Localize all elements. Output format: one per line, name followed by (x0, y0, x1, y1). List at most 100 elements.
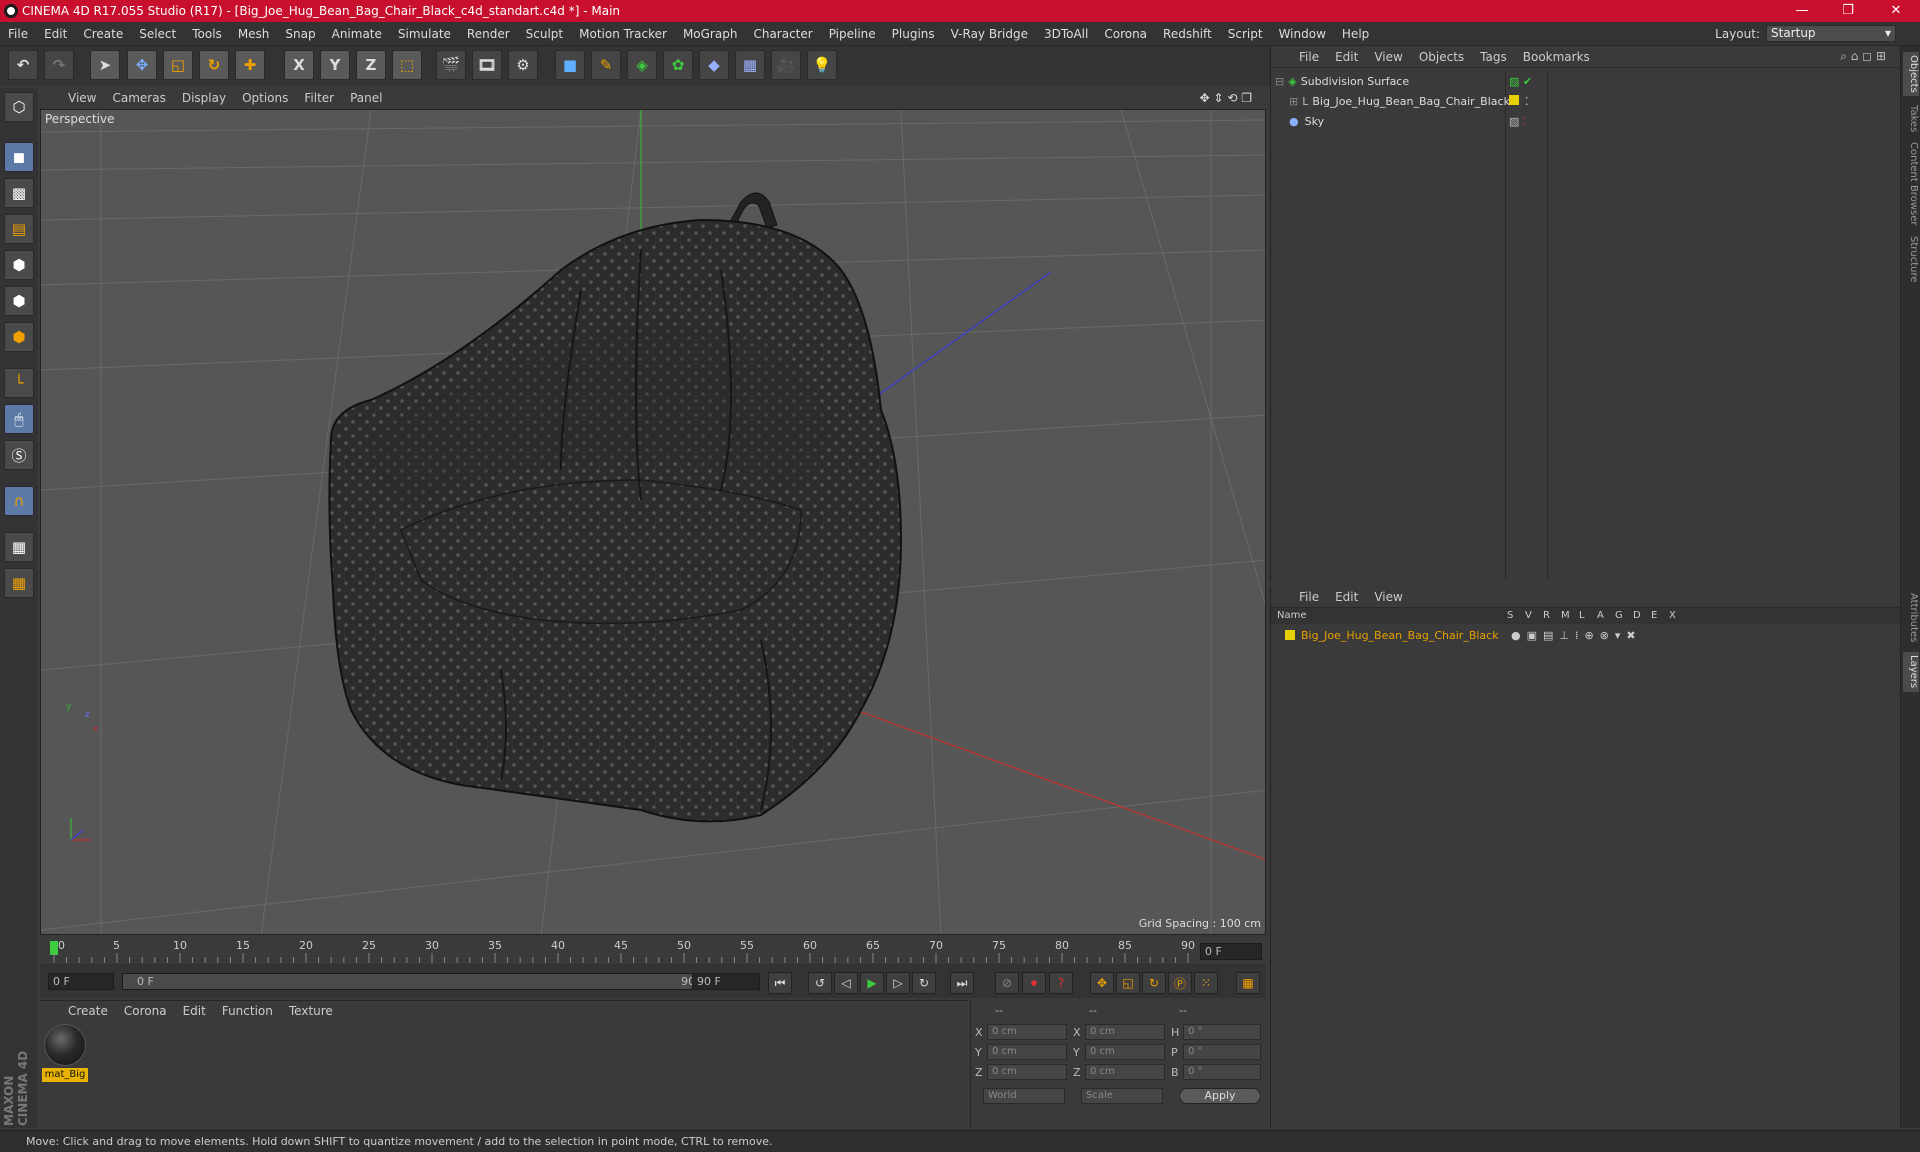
floor-scene-icon[interactable]: ▦ (735, 50, 765, 80)
record-keys-disabled-icon[interactable]: ⊘ (995, 972, 1019, 994)
menu-help[interactable]: Help (1334, 27, 1377, 41)
deformer-icon[interactable]: ◆ (699, 50, 729, 80)
menu-plugins[interactable]: Plugins (884, 27, 943, 41)
viewport-menu-view[interactable]: View (60, 91, 104, 105)
rot-h-field[interactable]: 0 ° (1183, 1024, 1261, 1040)
menu-window[interactable]: Window (1271, 27, 1334, 41)
menu-edit[interactable]: Edit (36, 27, 75, 41)
end-frame-field[interactable]: 90 F (692, 973, 760, 990)
col-manager[interactable]: M (1561, 610, 1570, 621)
menu-create[interactable]: Create (75, 27, 131, 41)
subdivision-surface-icon[interactable]: ◈ (627, 50, 657, 80)
menu-3dtoall[interactable]: 3DToAll (1036, 27, 1096, 41)
menu-vray-bridge[interactable]: V-Ray Bridge (943, 27, 1036, 41)
play-icon[interactable]: ▶ (860, 972, 884, 994)
planar-workplane-icon[interactable]: ▦ (4, 568, 34, 598)
select-pointer-icon[interactable]: ➤ (90, 50, 120, 80)
size-mode-dropdown[interactable]: Scale (1081, 1088, 1163, 1104)
layer-row[interactable]: Big_Joe_Hug_Bean_Bag_Chair_Black ●▣▤⊥⁞⊕⊗… (1275, 626, 1895, 644)
render-settings-icon[interactable]: ⚙ (508, 50, 538, 80)
viewport-menu-cameras[interactable]: Cameras (104, 91, 173, 105)
workplane-mode-icon[interactable]: ▤ (4, 214, 34, 244)
viewport-menu-filter[interactable]: Filter (296, 91, 342, 105)
coordinate-system-icon[interactable]: ⬚ (392, 50, 422, 80)
menu-script[interactable]: Script (1220, 27, 1271, 41)
size-z-field[interactable]: 0 cm (1085, 1064, 1165, 1080)
size-y-field[interactable]: 0 cm (1085, 1044, 1165, 1060)
tweak-mode-icon[interactable]: 🖱 (4, 404, 34, 434)
minimize-button[interactable]: — (1780, 0, 1824, 22)
z-axis-lock-button[interactable]: Z (356, 50, 386, 80)
menu-simulate[interactable]: Simulate (390, 27, 459, 41)
menu-pipeline[interactable]: Pipeline (821, 27, 884, 41)
menu-corona[interactable]: Corona (1096, 27, 1155, 41)
viewport-nav-icons[interactable]: ✥ ⇕ ⟲ ❐ (1192, 91, 1260, 105)
pos-z-field[interactable]: 0 cm (987, 1064, 1067, 1080)
close-button[interactable]: ✕ (1874, 0, 1918, 22)
timeline-window-icon[interactable]: ▦ (1236, 972, 1260, 994)
key-scale-icon[interactable]: ◱ (1116, 972, 1140, 994)
rot-p-field[interactable]: 0 ° (1183, 1044, 1261, 1060)
key-parameter-icon[interactable]: Ⓟ (1168, 972, 1192, 994)
light-icon[interactable]: 💡 (807, 50, 837, 80)
axis-mode-icon[interactable]: └ (4, 368, 34, 398)
redo-icon[interactable]: ↷ (44, 50, 74, 80)
menu-sculpt[interactable]: Sculpt (518, 27, 571, 41)
camera-icon[interactable]: 🎥 (771, 50, 801, 80)
tab-takes[interactable]: Takes (1903, 102, 1919, 136)
spline-pen-icon[interactable]: ✎ (591, 50, 621, 80)
objmgr-search-home-icons[interactable]: ⌕ ⌂ ◻ ⊞ (1832, 49, 1894, 64)
undo-icon[interactable]: ↶ (8, 50, 38, 80)
material-menu-function[interactable]: Function (214, 1004, 281, 1018)
maximize-button[interactable]: ❐ (1826, 0, 1870, 22)
menu-mograph[interactable]: MoGraph (675, 27, 746, 41)
workplane-lock-icon[interactable]: ▦ (4, 532, 34, 562)
object-row[interactable]: ● Sky ▨ ⁚ (1275, 112, 1895, 130)
move-tool-icon[interactable]: ✥ (127, 50, 157, 80)
transform-tool-icon[interactable]: ✚ (235, 50, 265, 80)
objmgr-menu-edit[interactable]: Edit (1327, 50, 1366, 64)
layermgr-menu-view[interactable]: View (1366, 590, 1410, 604)
render-picture-viewer-icon[interactable]: 🎞 (472, 50, 502, 80)
tab-content-browser[interactable]: Content Browser (1903, 142, 1919, 226)
collapse-icon[interactable]: ⊟ (1275, 75, 1284, 88)
menu-render[interactable]: Render (459, 27, 518, 41)
viewport-menu-display[interactable]: Display (174, 91, 234, 105)
render-view-icon[interactable]: 🎬 (436, 50, 466, 80)
objmgr-menu-view[interactable]: View (1366, 50, 1410, 64)
layer-toggle-icons[interactable]: ●▣▤⊥⁞⊕⊗▾✖ (1511, 629, 1642, 642)
rot-b-field[interactable]: 0 ° (1183, 1064, 1261, 1080)
col-name[interactable]: Name (1277, 610, 1307, 621)
rotate-tool-icon[interactable]: ↻ (199, 50, 229, 80)
cube-primitive-icon[interactable]: ■ (555, 50, 585, 80)
col-deformers[interactable]: D (1633, 610, 1641, 621)
object-row[interactable]: ⊞ L Big_Joe_Hug_Bean_Bag_Chair_Black ⁚ (1275, 92, 1895, 110)
layer-color-swatch[interactable] (1285, 630, 1295, 640)
col-generators[interactable]: G (1615, 610, 1623, 621)
material-menu-create[interactable]: Create (60, 1004, 116, 1018)
pos-x-field[interactable]: 0 cm (987, 1024, 1067, 1040)
col-animation[interactable]: A (1597, 610, 1604, 621)
mograph-cloner-icon[interactable]: ✿ (663, 50, 693, 80)
key-pla-icon[interactable]: ⁙ (1194, 972, 1218, 994)
scale-tool-icon[interactable]: ◱ (163, 50, 193, 80)
next-frame-icon[interactable]: ▷ (886, 972, 910, 994)
menu-motion-tracker[interactable]: Motion Tracker (571, 27, 675, 41)
go-to-start-icon[interactable]: ⏮ (768, 972, 792, 994)
3d-viewport[interactable]: Perspective y x z Grid Spacing : 100 cm (40, 109, 1266, 935)
menu-tools[interactable]: Tools (184, 27, 230, 41)
menu-file[interactable]: File (0, 27, 36, 41)
tab-structure[interactable]: Structure (1903, 232, 1919, 286)
coordinate-system-dropdown[interactable]: World (983, 1088, 1065, 1104)
viewport-menu-options[interactable]: Options (234, 91, 296, 105)
expand-icon[interactable]: ⊞ (1289, 95, 1298, 108)
col-visible[interactable]: V (1525, 610, 1532, 621)
menu-redshift[interactable]: Redshift (1155, 27, 1220, 41)
y-axis-lock-button[interactable]: Y (320, 50, 350, 80)
menu-character[interactable]: Character (745, 27, 820, 41)
size-x-field[interactable]: 0 cm (1085, 1024, 1165, 1040)
edges-mode-icon[interactable]: ⬢ (4, 286, 34, 316)
tab-attributes[interactable]: Attributes (1903, 590, 1919, 646)
previous-frame-icon[interactable]: ◁ (834, 972, 858, 994)
col-solo[interactable]: S (1507, 610, 1513, 621)
